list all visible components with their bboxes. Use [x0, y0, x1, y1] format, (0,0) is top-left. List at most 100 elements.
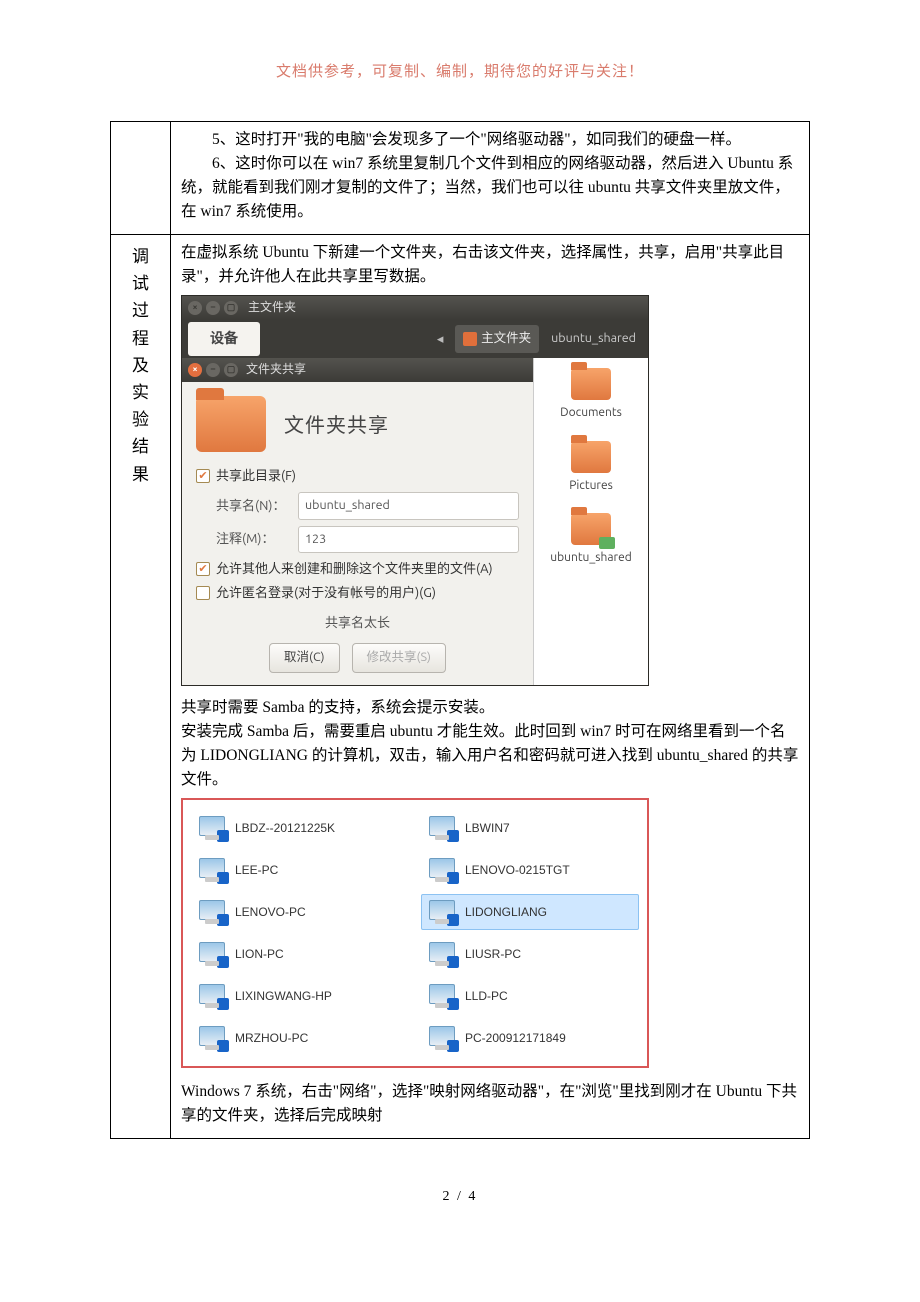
header-note: 文档供参考，可复制、编制，期待您的好评与关注！ [0, 60, 920, 81]
row1-content: 5、这时打开"我的电脑"会发现多了一个"网络驱动器"，如同我们的硬盘一样。 6、… [171, 122, 810, 235]
row1-left [111, 122, 171, 235]
nautilus-titlebar: × – ▢ 主文件夹 [182, 296, 648, 320]
breadcrumb-home-label: 主文件夹 [481, 329, 531, 348]
net-item-8[interactable]: LIXINGWANG-HP [191, 978, 409, 1014]
net-label-7: LIUSR-PC [465, 945, 521, 964]
net-label-0: LBDZ--20121225K [235, 819, 335, 838]
side-c3: 过 [123, 297, 158, 324]
file-label-documents: Documents [560, 404, 622, 423]
dialog-max-icon[interactable]: ▢ [224, 363, 238, 377]
main-table: 5、这时打开"我的电脑"会发现多了一个"网络驱动器"，如同我们的硬盘一样。 6、… [110, 121, 810, 1139]
maximize-icon[interactable]: ▢ [224, 301, 238, 315]
share-folder-checkbox[interactable] [196, 469, 210, 483]
row2-intro: 在虚拟系统 Ubuntu 下新建一个文件夹，右击该文件夹，选择属性，共享，启用"… [181, 241, 799, 289]
side-c6: 实 [123, 379, 158, 406]
share-warning: 共享名太长 [196, 613, 519, 633]
dialog-min-icon[interactable]: – [206, 363, 220, 377]
net-label-1: LBWIN7 [465, 819, 510, 838]
net-item-1[interactable]: LBWIN7 [421, 810, 639, 846]
close-icon[interactable]: × [188, 301, 202, 315]
net-label-3: LENOVO-0215TGT [465, 861, 570, 880]
documents-folder-icon [571, 368, 611, 400]
side-c9: 果 [123, 461, 158, 488]
computer-icon [199, 816, 227, 840]
row2-left: 调 试 过 程 及 实 验 结 果 [111, 235, 171, 1139]
net-item-0[interactable]: LBDZ--20121225K [191, 810, 409, 846]
net-label-5: LIDONGLIANG [465, 903, 547, 922]
windows-network-screenshot: LBDZ--20121225K LBWIN7 LEE-PC LENOVO-021… [181, 798, 649, 1068]
pictures-folder-icon [571, 441, 611, 473]
allow-anon-checkbox[interactable] [196, 586, 210, 600]
file-label-pictures: Pictures [569, 477, 613, 496]
computer-icon [429, 816, 457, 840]
file-pane: Documents Pictures ubuntu_shared [534, 358, 648, 685]
net-item-6[interactable]: LION-PC [191, 936, 409, 972]
net-label-6: LION-PC [235, 945, 284, 964]
row2-mid1: 共享时需要 Samba 的支持，系统会提示安装。 [181, 696, 799, 720]
side-c5: 及 [123, 352, 158, 379]
shared-folder-icon [571, 513, 611, 545]
share-name-input[interactable]: ubuntu_shared [298, 492, 519, 519]
file-item-shared[interactable]: ubuntu_shared [550, 513, 631, 568]
share-comment-label: 注释(M)： [216, 529, 288, 549]
net-label-2: LEE-PC [235, 861, 278, 880]
side-c7: 验 [123, 406, 158, 433]
home-folder-icon [463, 332, 477, 346]
file-item-documents[interactable]: Documents [560, 368, 622, 423]
nav-back-icon[interactable]: ◂ [431, 329, 449, 349]
net-label-4: LENOVO-PC [235, 903, 306, 922]
allow-write-label: 允许其他人来创建和删除这个文件夹里的文件(A) [216, 559, 493, 579]
minimize-icon[interactable]: – [206, 301, 220, 315]
computer-icon [429, 900, 457, 924]
nautilus-toolbar: 设备 ◂ 主文件夹 ubuntu_shared [182, 320, 648, 358]
file-item-pictures[interactable]: Pictures [569, 441, 613, 496]
share-dialog-titlebar: × – ▢ 文件夹共享 [182, 358, 533, 382]
net-label-9: LLD-PC [465, 987, 508, 1006]
row2-content: 在虚拟系统 Ubuntu 下新建一个文件夹，右击该文件夹，选择属性，共享，启用"… [171, 235, 810, 1139]
share-dialog-title: 文件夹共享 [246, 361, 306, 380]
computer-icon [429, 858, 457, 882]
computer-icon [199, 900, 227, 924]
allow-anon-label: 允许匿名登录(对于没有帐号的用户)(G) [216, 583, 436, 603]
allow-write-checkbox[interactable] [196, 562, 210, 576]
page-number: 2 / 4 [0, 1189, 920, 1205]
net-item-3[interactable]: LENOVO-0215TGT [421, 852, 639, 888]
net-item-5[interactable]: LIDONGLIANG [421, 894, 639, 930]
computer-icon [199, 858, 227, 882]
computer-icon [199, 1026, 227, 1050]
net-label-8: LIXINGWANG-HP [235, 987, 332, 1006]
dialog-close-icon[interactable]: × [188, 363, 202, 377]
cancel-button[interactable]: 取消(C) [269, 643, 340, 672]
apply-share-button[interactable]: 修改共享(S) [352, 643, 446, 672]
net-label-11: PC-200912171849 [465, 1029, 566, 1048]
net-item-4[interactable]: LENOVO-PC [191, 894, 409, 930]
share-folder-icon [196, 396, 266, 452]
share-heading: 文件夹共享 [284, 409, 389, 440]
computer-icon [429, 1026, 457, 1050]
share-dialog: × – ▢ 文件夹共享 文件夹共享 共享此 [182, 358, 534, 685]
share-name-label: 共享名(N)： [216, 496, 288, 516]
row2-mid2: 安装完成 Samba 后，需要重启 ubuntu 才能生效。此时回到 win7 … [181, 720, 799, 792]
net-item-10[interactable]: MRZHOU-PC [191, 1020, 409, 1056]
row1-p2: 6、这时你可以在 win7 系统里复制几个文件到相应的网络驱动器，然后进入 Ub… [181, 152, 799, 224]
row2-tail: Windows 7 系统，右击"网络"，选择"映射网络驱动器"，在"浏览"里找到… [181, 1080, 799, 1128]
net-item-9[interactable]: LLD-PC [421, 978, 639, 1014]
computer-icon [429, 942, 457, 966]
side-c4: 程 [123, 325, 158, 352]
row1-p1: 5、这时打开"我的电脑"会发现多了一个"网络驱动器"，如同我们的硬盘一样。 [181, 128, 799, 152]
side-c8: 结 [123, 433, 158, 460]
devices-tab[interactable]: 设备 [188, 322, 260, 356]
side-c1: 调 [123, 243, 158, 270]
computer-icon [199, 942, 227, 966]
breadcrumb-shared[interactable]: ubuntu_shared [545, 325, 642, 352]
computer-icon [429, 984, 457, 1008]
file-label-shared: ubuntu_shared [550, 549, 631, 568]
net-item-7[interactable]: LIUSR-PC [421, 936, 639, 972]
net-label-10: MRZHOU-PC [235, 1029, 308, 1048]
net-item-2[interactable]: LEE-PC [191, 852, 409, 888]
nautilus-title: 主文件夹 [248, 299, 296, 318]
share-comment-input[interactable]: 123 [298, 526, 519, 553]
net-item-11[interactable]: PC-200912171849 [421, 1020, 639, 1056]
share-folder-label: 共享此目录(F) [216, 466, 296, 486]
breadcrumb-home[interactable]: 主文件夹 [455, 325, 539, 352]
